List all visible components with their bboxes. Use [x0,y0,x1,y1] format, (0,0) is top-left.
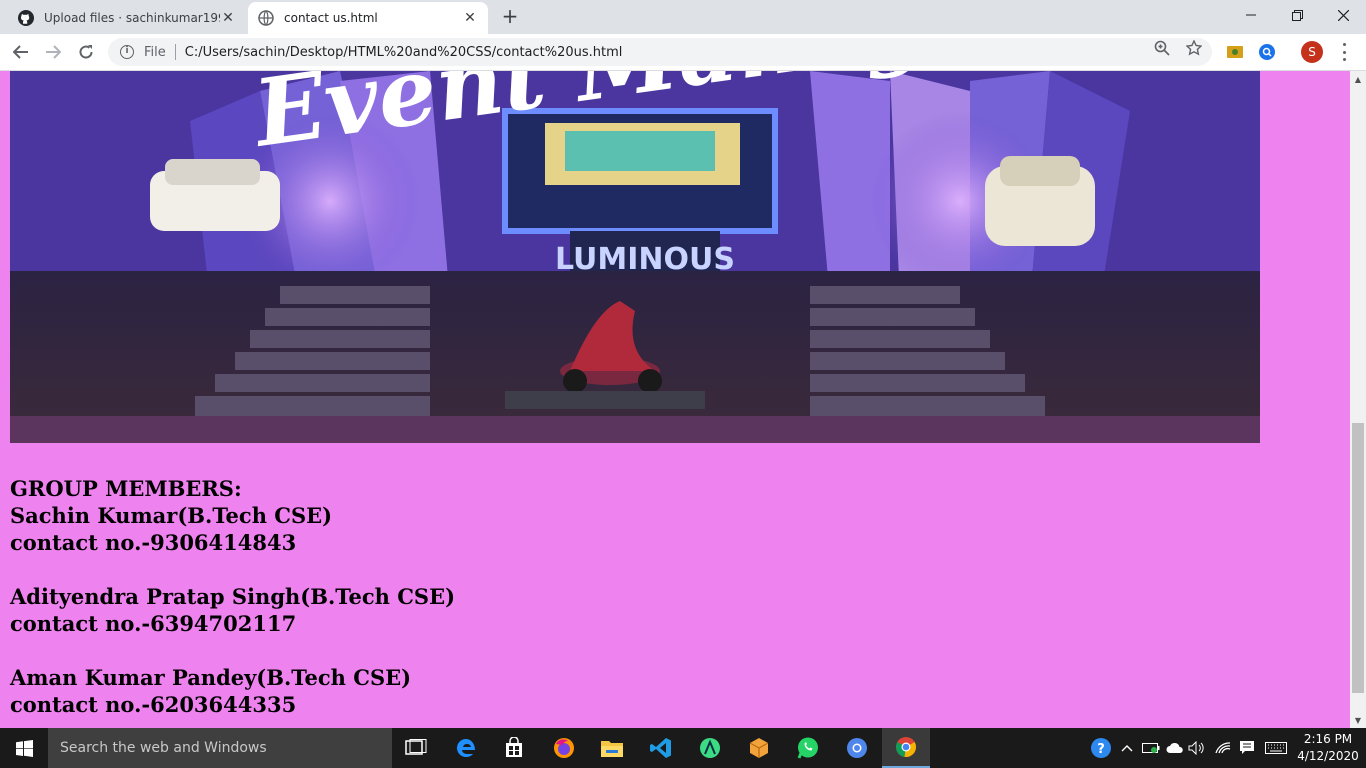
tab-title: Upload files · sachinkumar1999/ [44,11,220,25]
member-contact: contact no.-9306414843 [10,530,297,555]
url-text[interactable]: C:/Users/sachin/Desktop/HTML%20and%20CSS… [185,45,1212,60]
scroll-down-arrow-icon[interactable]: ▼ [1350,712,1366,728]
close-icon[interactable]: ✕ [220,10,236,26]
close-icon [1337,9,1349,21]
tab-upload-files[interactable]: Upload files · sachinkumar1999/ ✕ [8,2,246,34]
cloud-icon[interactable] [1166,739,1184,757]
start-button[interactable] [0,728,48,768]
back-button[interactable] [8,39,34,65]
member-name: Adityendra Pratap Singh(B.Tech CSE) [10,584,456,609]
divider [174,44,176,60]
forward-arrow-icon [46,45,61,59]
battery-icon[interactable] [1142,739,1160,757]
notification-icon[interactable] [1238,739,1256,757]
address-bar[interactable]: i File C:/Users/sachin/Desktop/HTML%20an… [108,38,1212,66]
new-tab-button[interactable]: + [499,6,521,28]
close-window-button[interactable] [1320,0,1366,30]
volume-icon[interactable] [1188,739,1206,757]
tab-contact-us[interactable]: contact us.html ✕ [248,2,488,34]
package-icon[interactable] [735,728,783,768]
profile-avatar[interactable]: S [1301,41,1323,63]
menu-icon[interactable] [1336,43,1352,61]
info-icon[interactable]: i [120,45,134,59]
task-view-icon[interactable] [392,728,440,768]
reload-button[interactable] [73,39,99,65]
member-name: Aman Kumar Pandey(B.Tech CSE) [10,665,412,690]
svg-text:?: ? [1097,742,1105,757]
tab-title: contact us.html [284,11,378,25]
reload-icon [79,45,93,59]
close-icon[interactable]: ✕ [462,10,478,26]
scroll-thumb[interactable] [1352,423,1364,693]
windows-taskbar: Search the web and Windows ? 2:16 PM 4/1… [0,728,1366,768]
chrome-icon[interactable] [882,728,930,768]
wifi-icon[interactable] [1214,739,1232,757]
event-stage-image: LUMINOUS [10,71,1260,443]
store-icon[interactable] [490,728,538,768]
chevron-up-icon[interactable] [1118,739,1136,757]
restore-button[interactable] [1274,0,1320,30]
edge-icon[interactable] [442,728,490,768]
chromium-icon[interactable] [833,728,881,768]
scroll-up-arrow-icon[interactable]: ▲ [1350,71,1366,87]
clock-date: 4/12/2020 [1297,749,1359,763]
tab-strip: Upload files · sachinkumar1999/ ✕ contac… [0,0,1366,34]
restore-icon [1291,9,1303,21]
extension-image-icon[interactable] [1226,43,1244,61]
bookmark-star-icon[interactable] [1186,40,1202,56]
back-arrow-icon [13,45,28,59]
browser-toolbar: i File C:/Users/sachin/Desktop/HTML%20an… [0,34,1366,71]
minimize-button[interactable] [1228,0,1274,30]
member-contact: contact no.-6394702117 [10,611,297,636]
taskbar-search-input[interactable]: Search the web and Windows [48,728,392,768]
forward-button[interactable] [40,39,66,65]
member-name: Sachin Kumar(B.Tech CSE) [10,503,333,528]
help-icon[interactable]: ? [1090,737,1112,759]
clock-time: 2:16 PM [1303,732,1353,746]
extension-search-icon[interactable] [1258,43,1276,61]
file-explorer-icon[interactable] [588,728,636,768]
vertical-scrollbar[interactable]: ▲ ▼ [1350,71,1366,728]
github-icon [18,10,34,26]
keyboard-icon[interactable] [1264,739,1288,757]
globe-icon [258,10,274,26]
page-viewport: LUMINOUS GROUP MEMBERS: Sachin Kumar(B.T… [0,71,1350,728]
group-members-section: GROUP MEMBERS: Sachin Kumar(B.Tech CSE) … [10,475,455,718]
zoom-icon[interactable] [1154,40,1170,56]
minimize-icon [1246,14,1256,16]
firefox-icon[interactable] [540,728,588,768]
android-studio-icon[interactable] [686,728,734,768]
windows-logo-icon [15,739,33,757]
members-heading: GROUP MEMBERS: [10,476,242,501]
taskbar-clock[interactable]: 2:16 PM 4/12/2020 [1296,731,1360,765]
vscode-icon[interactable] [637,728,685,768]
member-contact: contact no.-6203644335 [10,692,297,717]
whatsapp-icon[interactable] [784,728,832,768]
scheme-label: File [144,44,166,60]
